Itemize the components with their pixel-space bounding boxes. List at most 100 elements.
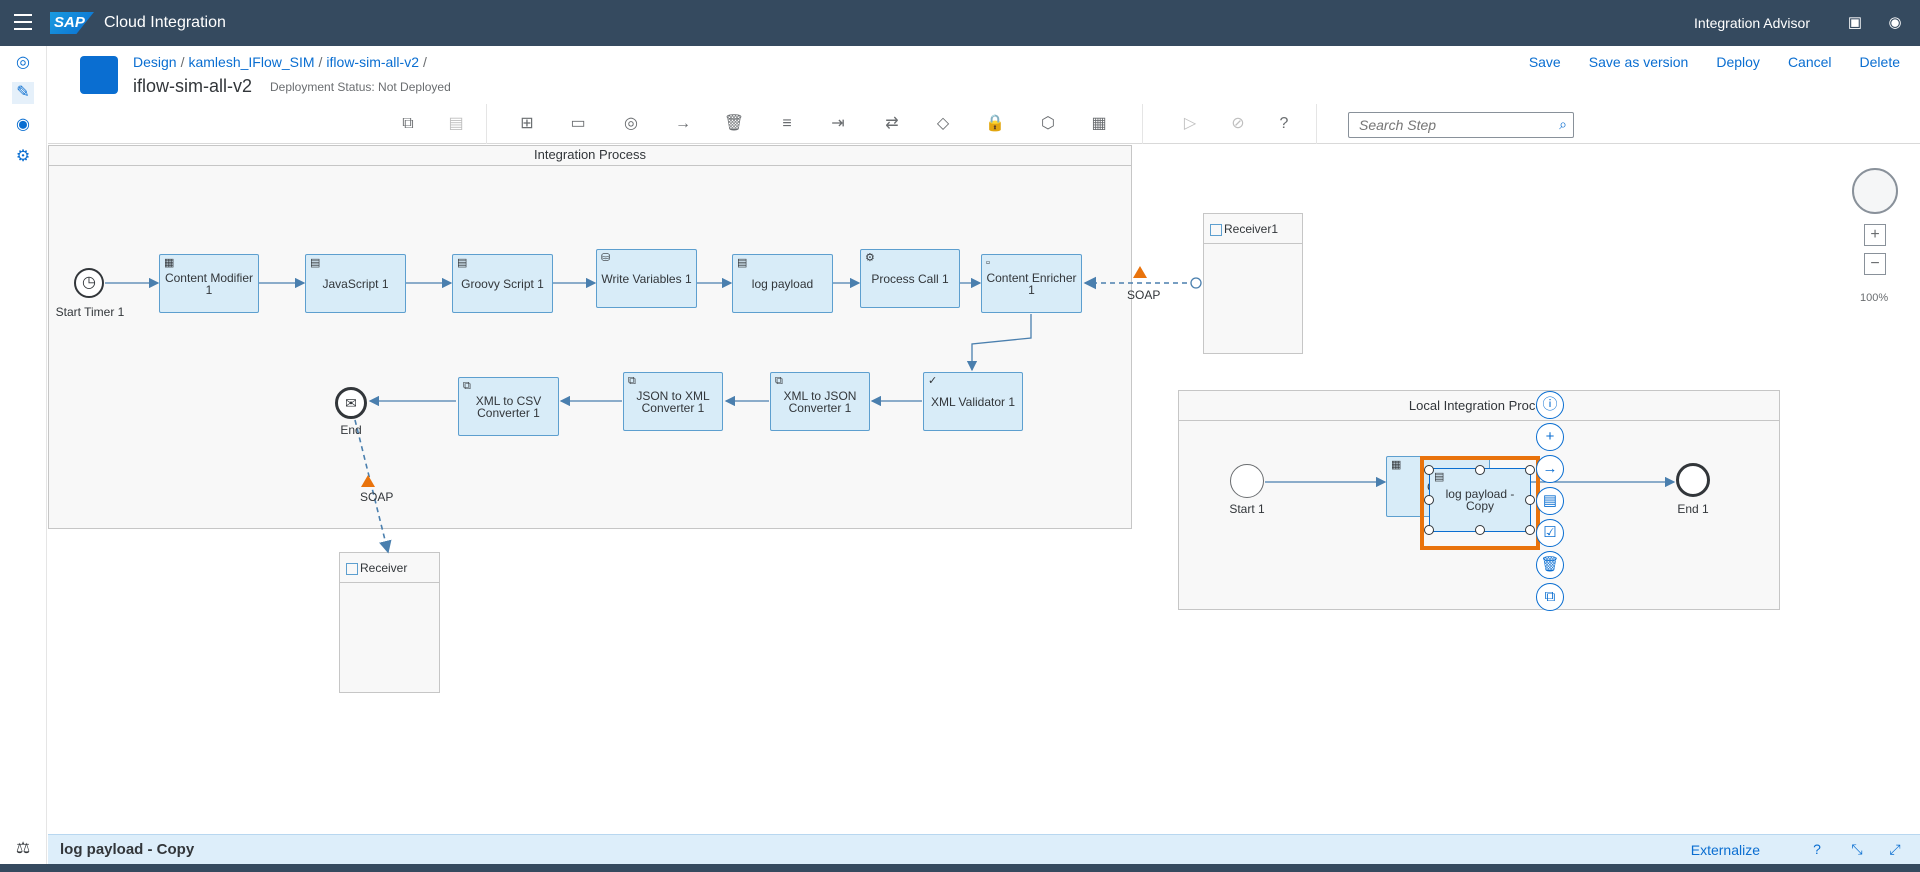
expand-icon[interactable]: ⤢ [1886,841,1904,859]
iflow-icon [80,56,118,94]
resize-handle-ne[interactable] [1525,465,1535,475]
crumb-package[interactable]: kamlesh_IFlow_SIM [188,54,314,70]
deployment-status: Deployment Status: Not Deployed [270,80,451,94]
connect-arrow-icon[interactable]: → [1536,455,1564,483]
events-icon[interactable]: ◎ [619,112,643,136]
settings-icon[interactable]: ⚙ [12,146,34,168]
monitor-eye-icon[interactable]: ◉ [12,114,34,136]
security-lock-icon[interactable]: 🔒 [983,112,1007,136]
xml-validator-1-step[interactable]: ✓ XML Validator 1 [923,372,1023,431]
design-pencil-icon[interactable]: ✎ [12,82,34,104]
copy-icon[interactable]: ⧉ [396,112,420,136]
warning-icon[interactable] [361,475,375,487]
start1-label: Start 1 [1229,502,1265,516]
process-icon[interactable]: ▭ [566,112,590,136]
router-diamond-icon[interactable]: ◇ [931,112,955,136]
balance-icon[interactable]: ⚖ [12,838,34,860]
local-process-title: Local Integration Proces [1179,391,1779,421]
receiver1-participant[interactable]: Receiver1 [1203,213,1303,354]
resize-handle-s[interactable] [1475,525,1485,535]
help-icon[interactable]: ? [1272,112,1296,136]
externalize-button[interactable]: Externalize [1691,842,1760,858]
save-as-version-button[interactable]: Save as version [1589,54,1689,70]
integration-process-pool[interactable]: Integration Process [48,145,1132,529]
validator-icon[interactable]: ▦ [1087,112,1111,136]
crumb-design[interactable]: Design [133,54,177,70]
soap-label-2[interactable]: SOAP [360,490,393,504]
resize-handle-nw[interactable] [1424,465,1434,475]
receiver-label: Receiver [340,553,439,583]
list-icon[interactable]: ≡ [775,112,799,136]
log-payload-step[interactable]: ▤ log payload [732,254,833,313]
resize-handle-w[interactable] [1424,495,1434,505]
start1-event[interactable] [1230,464,1264,498]
resize-handle-n[interactable] [1475,465,1485,475]
deploy-button[interactable]: Deploy [1716,54,1760,70]
simulate-play-icon: ▷ [1183,115,1197,132]
info-icon[interactable]: ⓘ [1536,391,1564,419]
properties-bar: log payload - Copy Externalize ? ⤡ ⤢ [48,834,1920,864]
json-to-xml-converter-step[interactable]: ⧉ JSON to XML Converter 1 [623,372,723,431]
search-icon[interactable]: ⌕ [1559,116,1567,133]
end1-event[interactable] [1676,463,1710,497]
copy-step-icon[interactable]: ⧉ [1536,583,1564,611]
discover-icon[interactable]: ◎ [12,52,34,74]
paste-icon: ▤ [448,115,464,132]
xml-to-json-converter-step[interactable]: ⧉ XML to JSON Converter 1 [770,372,870,431]
end1-label: End 1 [1677,502,1709,516]
sap-logo: SAP [50,12,94,34]
participants-icon[interactable]: ⊞ [515,112,539,136]
zoom-out-button[interactable]: − [1864,253,1886,275]
transform-icon[interactable]: ⇄ [880,112,904,136]
start-timer-label: Start Timer 1 [55,305,125,319]
receiver1-label: Receiver1 [1204,214,1302,244]
crumb-iflow[interactable]: iflow-sim-all-v2 [326,54,419,70]
content-modifier-1-step[interactable]: ▦ Content Modifier 1 [159,254,259,313]
search-step-field[interactable]: ⌕ [1348,112,1574,138]
add-step-icon[interactable]: ▤ [1536,487,1564,515]
bottom-strip [0,864,1920,872]
content-enricher-1-step[interactable]: ▫ Content Enricher 1 [981,254,1082,313]
pan-control[interactable] [1852,168,1898,214]
soap-label-1[interactable]: SOAP [1127,288,1160,302]
add-icon[interactable]: + [1536,423,1564,451]
integration-advisor-link[interactable]: Integration Advisor [1694,15,1810,31]
user-avatar-icon[interactable]: ◉ [1886,14,1904,32]
zoom-in-button[interactable]: + [1864,224,1886,246]
receiver-participant[interactable]: Receiver [339,552,440,693]
save-button[interactable]: Save [1529,54,1561,70]
groovy-script-1-step[interactable]: ▤ Groovy Script 1 [452,254,553,313]
delete-button[interactable]: Delete [1860,54,1900,70]
breadcrumb: Design / kamlesh_IFlow_SIM / iflow-sim-all-v… [133,54,427,70]
cancel-button[interactable]: Cancel [1788,54,1832,70]
call-icon[interactable]: ⇥ [826,112,850,136]
page-header: Design / kamlesh_IFlow_SIM / iflow-sim-all-v… [48,46,1920,104]
end-message-event[interactable]: ✉ [335,387,367,419]
connector-arrow-icon[interactable]: → [671,112,695,136]
resize-handle-e[interactable] [1525,495,1535,505]
help-icon[interactable]: ? [1808,841,1826,859]
delete-icon[interactable]: 🗑 [1536,551,1564,579]
menu-icon[interactable] [14,14,32,30]
resize-handle-sw[interactable] [1424,525,1434,535]
clear-simulation-icon: ⊘ [1231,115,1245,132]
process-call-1-step[interactable]: ⚙ Process Call 1 [860,249,960,308]
collapse-icon[interactable]: ⤡ [1848,841,1866,859]
end-label: End [340,423,362,437]
palette-toolbar: ⧉ ▤ ⊞ ▭ ◎ → 🗑 ≡ ⇥ ⇄ ◇ 🔒 ⬡ ▦ ▷ ⊘ ? ⌕ [48,104,1920,144]
warning-icon[interactable] [1133,266,1147,278]
persistence-icon[interactable]: ⬡ [1036,112,1060,136]
integration-process-title: Integration Process [49,146,1131,166]
left-nav: ◎ ✎ ◉ ⚙ ⚖ [0,46,47,872]
search-input[interactable] [1349,113,1539,137]
header-actions: Save Save as version Deploy Cancel Delet… [1529,54,1900,70]
xml-to-csv-converter-step[interactable]: ⧉ XML to CSV Converter 1 [458,377,559,436]
resize-handle-se[interactable] [1525,525,1535,535]
page-title: iflow-sim-all-v2 [133,76,253,96]
write-variables-1-step[interactable]: ⛁ Write Variables 1 [596,249,697,308]
javascript-1-step[interactable]: ▤ JavaScript 1 [305,254,406,313]
delete-step-icon[interactable]: 🗑 [722,112,746,136]
checklist-icon[interactable]: ☑ [1536,519,1564,547]
start-timer-event[interactable]: ◷ [74,268,104,298]
save-disk-icon[interactable]: ▣ [1846,14,1864,32]
